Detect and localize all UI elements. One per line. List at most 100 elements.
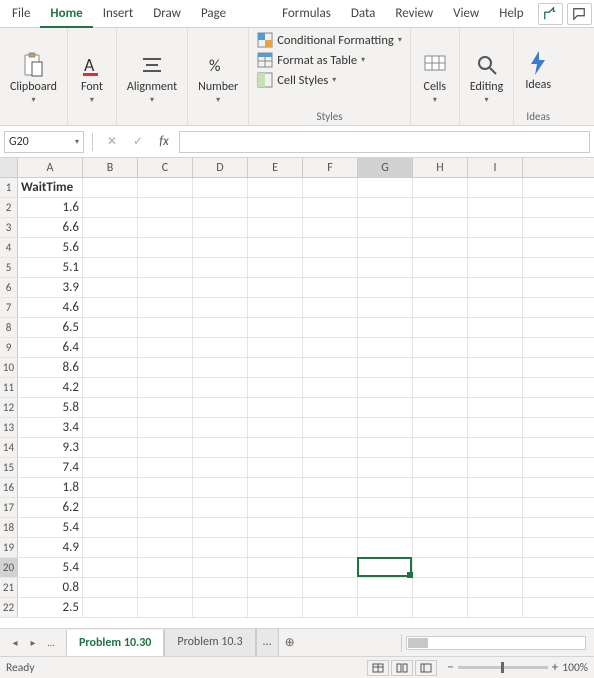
cell[interactable] xyxy=(303,278,358,298)
cell[interactable] xyxy=(303,318,358,338)
editing-button[interactable]: Editing ▾ xyxy=(466,49,507,107)
tab-review[interactable]: Review xyxy=(385,0,443,28)
zoom-out-button[interactable]: − xyxy=(447,660,453,675)
cell[interactable] xyxy=(248,238,303,258)
cell[interactable] xyxy=(413,358,468,378)
cell[interactable] xyxy=(413,278,468,298)
cell[interactable] xyxy=(138,218,193,238)
col-header-E[interactable]: E xyxy=(248,158,303,177)
cell[interactable]: 5.1 xyxy=(18,258,83,278)
cell[interactable] xyxy=(413,538,468,558)
cell[interactable] xyxy=(468,458,523,478)
cell[interactable] xyxy=(303,578,358,598)
cell[interactable] xyxy=(83,318,138,338)
cell[interactable] xyxy=(138,378,193,398)
cell[interactable]: 0.8 xyxy=(18,578,83,598)
cell[interactable] xyxy=(138,238,193,258)
cell[interactable] xyxy=(83,198,138,218)
cell[interactable] xyxy=(248,178,303,198)
cell[interactable]: 2.5 xyxy=(18,598,83,618)
cell[interactable] xyxy=(248,398,303,418)
cell[interactable] xyxy=(83,578,138,598)
cell[interactable] xyxy=(468,358,523,378)
cell[interactable] xyxy=(303,218,358,238)
cell[interactable] xyxy=(248,458,303,478)
cell[interactable]: 8.6 xyxy=(18,358,83,378)
cell[interactable] xyxy=(83,478,138,498)
cell[interactable]: 3.4 xyxy=(18,418,83,438)
row-header[interactable]: 18 xyxy=(0,518,18,537)
col-header-I[interactable]: I xyxy=(468,158,523,177)
cell[interactable] xyxy=(248,438,303,458)
row-header[interactable]: 19 xyxy=(0,538,18,557)
cell[interactable] xyxy=(83,458,138,478)
cell[interactable] xyxy=(358,478,413,498)
cell[interactable] xyxy=(358,298,413,318)
tab-formulas[interactable]: Formulas xyxy=(272,0,341,28)
sheet-tab-active[interactable]: Problem 10.30 xyxy=(66,630,164,657)
cell[interactable] xyxy=(303,598,358,618)
cell[interactable] xyxy=(413,258,468,278)
cell[interactable] xyxy=(138,538,193,558)
cell[interactable] xyxy=(193,538,248,558)
cell[interactable] xyxy=(193,238,248,258)
cell[interactable] xyxy=(248,498,303,518)
cell[interactable] xyxy=(83,418,138,438)
zoom-slider[interactable] xyxy=(458,666,548,669)
cell[interactable] xyxy=(138,418,193,438)
row-header[interactable]: 12 xyxy=(0,398,18,417)
cell[interactable] xyxy=(413,338,468,358)
cell[interactable] xyxy=(138,558,193,578)
cell[interactable] xyxy=(358,558,413,578)
cell[interactable] xyxy=(413,178,468,198)
sheet-nav-first-icon[interactable]: ◂ xyxy=(8,636,22,650)
sheet-nav-more[interactable]: ... xyxy=(44,636,58,650)
cell[interactable] xyxy=(358,538,413,558)
cell[interactable] xyxy=(138,438,193,458)
cell[interactable] xyxy=(138,358,193,378)
cell[interactable] xyxy=(413,378,468,398)
tab-data[interactable]: Data xyxy=(341,0,386,28)
fx-icon[interactable]: fx xyxy=(153,131,175,153)
row-header[interactable]: 3 xyxy=(0,218,18,237)
cell[interactable] xyxy=(413,458,468,478)
cell[interactable] xyxy=(248,378,303,398)
row-header[interactable]: 14 xyxy=(0,438,18,457)
cell[interactable] xyxy=(193,258,248,278)
cell[interactable] xyxy=(193,418,248,438)
col-header-H[interactable]: H xyxy=(413,158,468,177)
cells-button[interactable]: Cells ▾ xyxy=(417,49,453,107)
cell[interactable] xyxy=(83,238,138,258)
cell[interactable]: 9.3 xyxy=(18,438,83,458)
cell[interactable] xyxy=(358,258,413,278)
cell[interactable] xyxy=(83,398,138,418)
cell[interactable] xyxy=(248,358,303,378)
cell[interactable] xyxy=(413,298,468,318)
alignment-button[interactable]: Alignment ▾ xyxy=(123,49,181,107)
cell[interactable] xyxy=(303,238,358,258)
add-sheet-icon[interactable]: ⊕ xyxy=(279,635,301,650)
cell[interactable] xyxy=(358,398,413,418)
row-header[interactable]: 1 xyxy=(0,178,18,197)
cell[interactable] xyxy=(358,318,413,338)
cell[interactable]: 6.4 xyxy=(18,338,83,358)
cell[interactable] xyxy=(248,598,303,618)
cell[interactable] xyxy=(413,578,468,598)
view-page-layout-icon[interactable] xyxy=(391,660,413,676)
cell[interactable] xyxy=(193,438,248,458)
cell[interactable] xyxy=(358,418,413,438)
cell[interactable] xyxy=(248,518,303,538)
cell[interactable] xyxy=(303,478,358,498)
cell[interactable] xyxy=(358,178,413,198)
cell[interactable]: 4.9 xyxy=(18,538,83,558)
row-header[interactable]: 22 xyxy=(0,598,18,617)
cell[interactable] xyxy=(468,338,523,358)
cell[interactable] xyxy=(193,598,248,618)
view-page-break-icon[interactable] xyxy=(415,660,437,676)
row-header[interactable]: 10 xyxy=(0,358,18,377)
row-header[interactable]: 9 xyxy=(0,338,18,357)
cell[interactable] xyxy=(83,538,138,558)
cell[interactable] xyxy=(138,318,193,338)
cell[interactable] xyxy=(413,218,468,238)
cell[interactable] xyxy=(358,278,413,298)
